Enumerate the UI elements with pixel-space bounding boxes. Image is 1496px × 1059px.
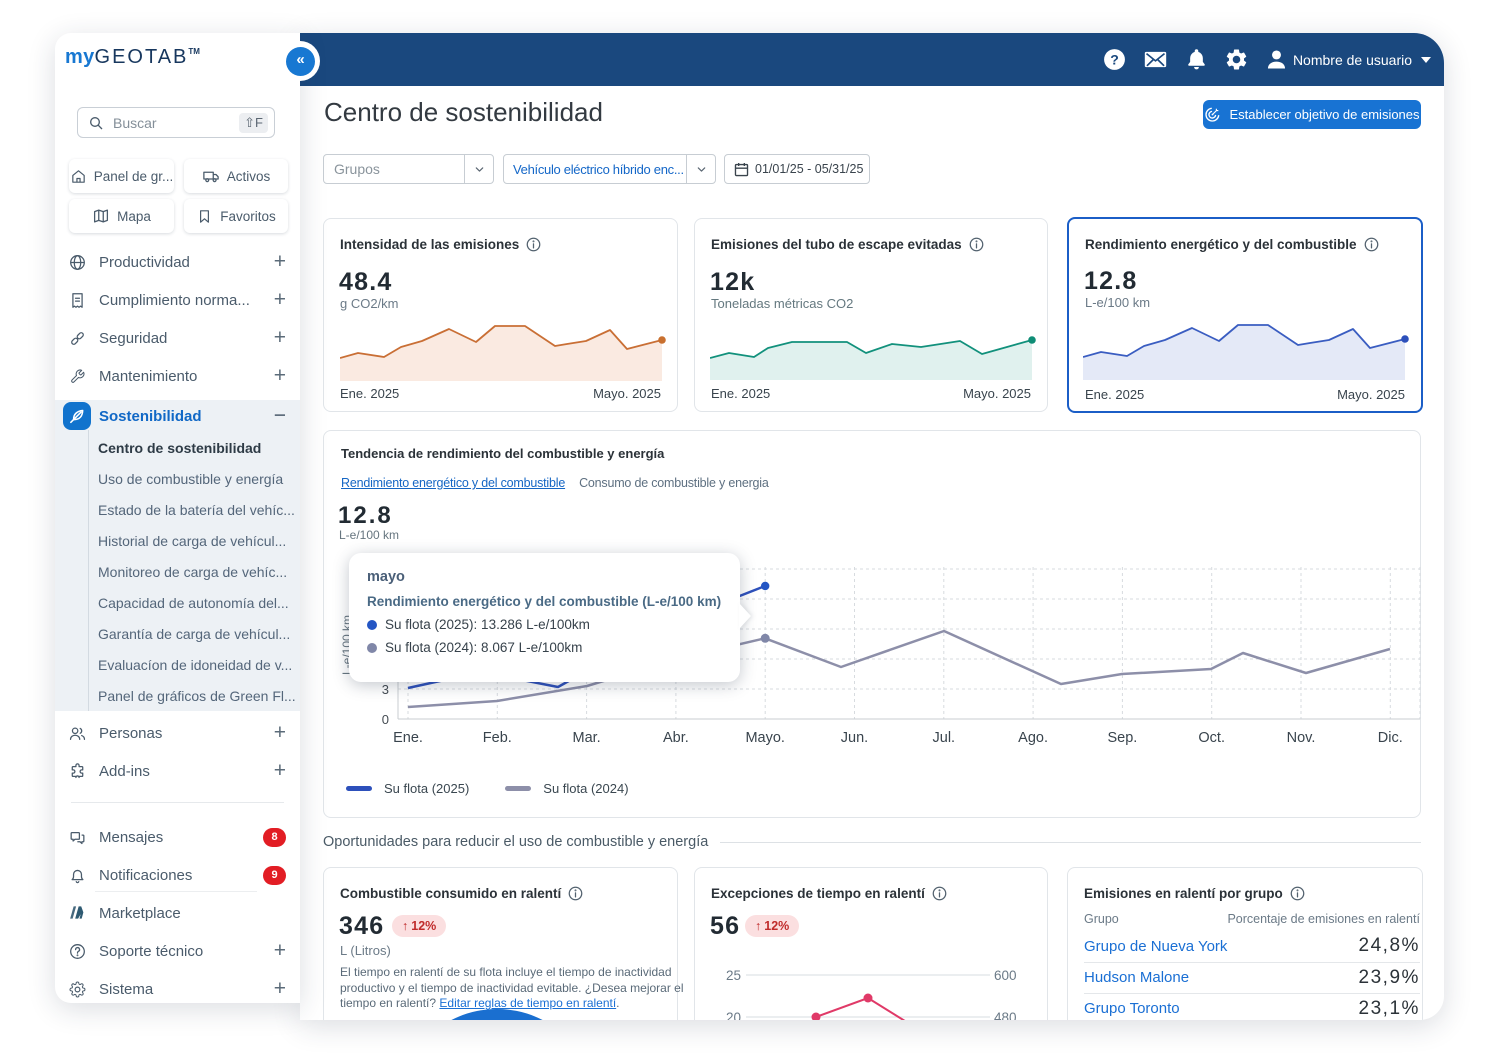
svg-text:Ene.: Ene. [393,730,423,746]
svg-text:0: 0 [382,712,389,727]
svg-text:25: 25 [726,968,741,983]
svg-text:Nov.: Nov. [1287,730,1316,746]
svg-text:600: 600 [994,968,1017,983]
svg-text:480: 480 [994,1010,1017,1020]
svg-text:Dic.: Dic. [1378,730,1403,746]
svg-text:20: 20 [726,1010,741,1020]
svg-text:3: 3 [382,682,389,697]
svg-text:Jun.: Jun. [841,730,868,746]
svg-text:Oct.: Oct. [1198,730,1225,746]
svg-text:Sep.: Sep. [1107,730,1137,746]
svg-text:?: ? [1110,52,1119,68]
svg-text:Mayo.: Mayo. [745,730,785,746]
svg-text:Mar.: Mar. [572,730,600,746]
svg-text:Feb.: Feb. [483,730,512,746]
svg-text:Abr.: Abr. [663,730,689,746]
svg-text:Jul.: Jul. [933,730,956,746]
svg-text:Ago.: Ago. [1018,730,1048,746]
